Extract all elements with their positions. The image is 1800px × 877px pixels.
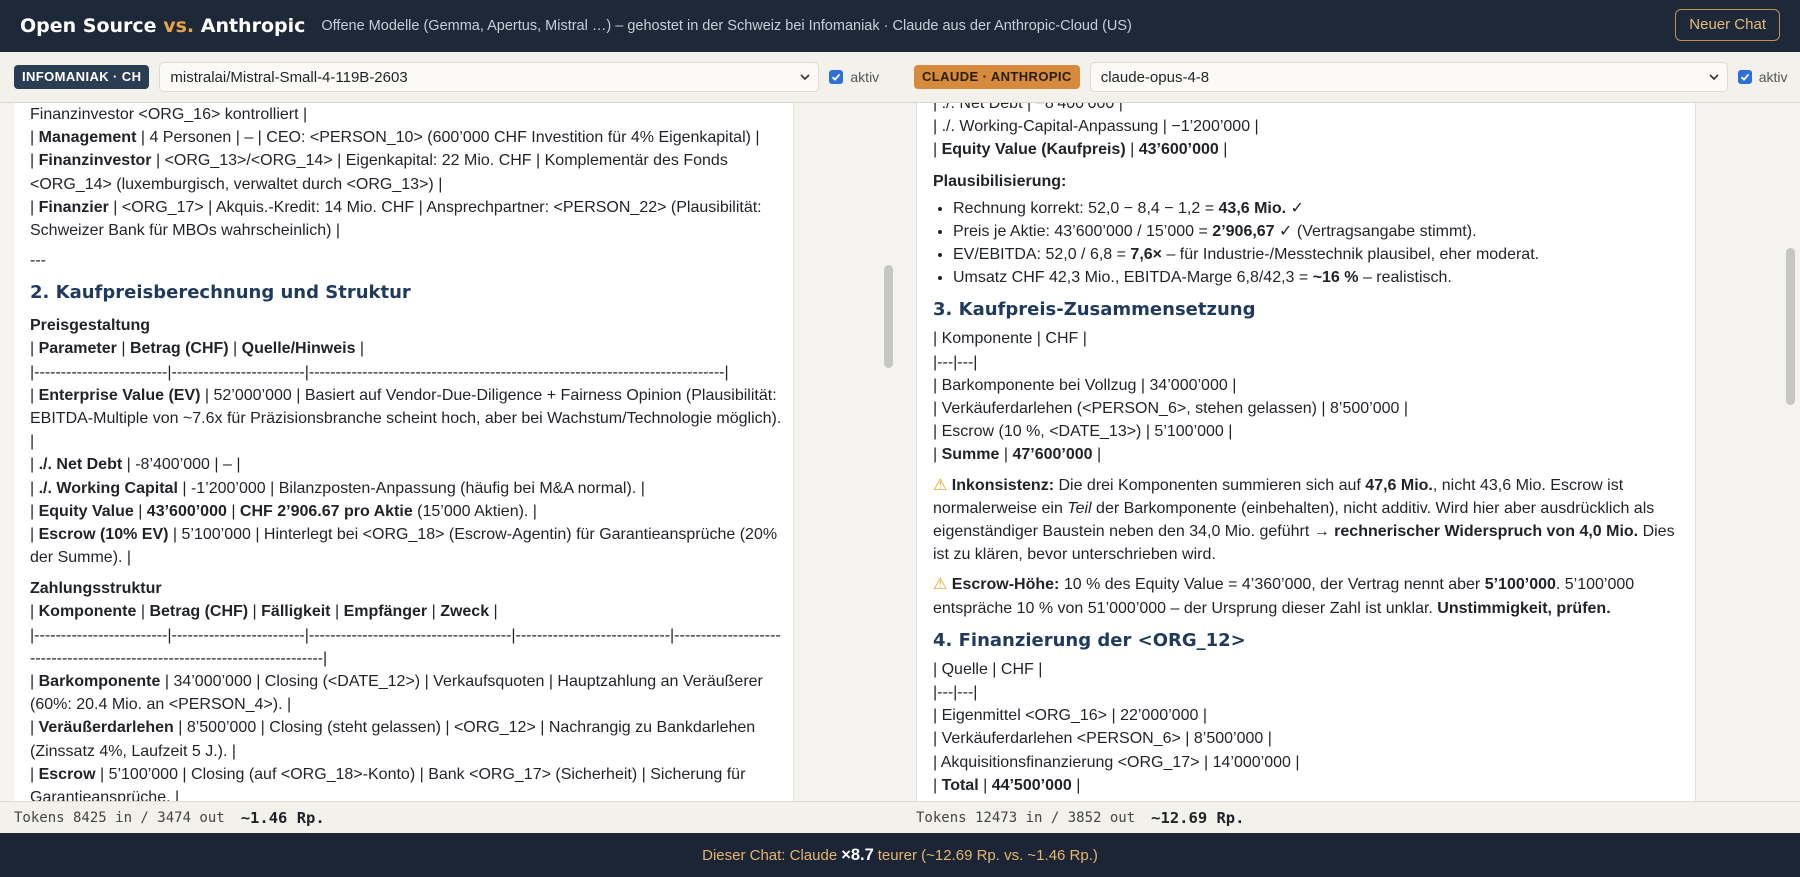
right-model-bar: CLAUDE · ANTHROPIC claude-opus-4-8 aktiv (900, 52, 1800, 103)
left-token-count: Tokens 8425 in / 3474 out (14, 809, 225, 826)
section-heading: 2. Kaufpreisberechnung und Struktur (30, 282, 411, 304)
table-header: | Komponente | CHF | (933, 330, 1087, 348)
section-heading: 4. Finanzierung der <ORG_12> (933, 629, 1246, 651)
table-row: | Escrow | 5’100’000 | Closing (auf <ORG… (30, 765, 746, 801)
right-status-bar: Tokens 12473 in / 3852 out ~12.69 Rp. (900, 801, 1800, 833)
subsection-heading: Zahlungsstruktur (30, 580, 162, 598)
provider-badge-infomaniak: INFOMANIAK · CH (14, 65, 150, 89)
right-cost: ~12.69 Rp. (1151, 808, 1245, 827)
subsection-heading: Plausibilisierung: (933, 172, 1067, 190)
app-subtitle: Offene Modelle (Gemma, Apertus, Mistral … (321, 18, 1132, 34)
section-heading: 3. Kaufpreis-Zusammensetzung (933, 299, 1256, 321)
provider-badge-claude: CLAUDE · ANTHROPIC (914, 65, 1080, 89)
warning-icon: ⚠ (933, 576, 948, 594)
table-row: | Akquisitionsfinanzierung <ORG_17> | 14… (933, 753, 1300, 771)
right-model-select[interactable]: claude-opus-4-8 (1089, 62, 1728, 92)
table-row: | Total | 44’500’000 | (933, 776, 1081, 794)
footer-factor: ×8.7 (841, 845, 874, 864)
right-model-value: claude-opus-4-8 (1100, 68, 1210, 86)
table-row: | ./. Net Debt | −8’400’000 | (933, 103, 1123, 112)
right-token-count: Tokens 12473 in / 3852 out (916, 809, 1136, 826)
checkbox-checked-icon[interactable] (829, 70, 844, 84)
top-bar: Open Source vs. Anthropic Offene Modelle… (0, 0, 1800, 52)
new-chat-button[interactable]: Neuer Chat (1675, 9, 1780, 41)
right-gutter (1696, 103, 1800, 801)
table-row: | Barkomponente bei Vollzug | 34’000’000… (933, 376, 1237, 394)
table-divider: |-------------------------|-------------… (30, 363, 729, 381)
warning-note: ⚠ Escrow-Höhe: 10 % des Equity Value = 4… (933, 576, 1635, 617)
brand-left: Open Source (20, 15, 157, 37)
table-row: | Escrow (10 %, <DATE_13>) | 5’100’000 | (933, 423, 1233, 441)
left-active-toggle[interactable]: aktiv (829, 69, 879, 85)
warning-icon: ⚠ (933, 476, 948, 494)
table-row: | Verkäuferdarlehen <PERSON_6> | 8’500’0… (933, 730, 1272, 748)
left-cost: ~1.46 Rp. (240, 808, 325, 827)
footer-suffix: teurer (~12.69 Rp. vs. ~1.46 Rp.) (877, 846, 1098, 864)
left-status-bar: Tokens 8425 in / 3474 out ~1.46 Rp. (0, 801, 900, 833)
chevron-down-icon (1709, 74, 1719, 81)
right-response-pane: | ./. Net Debt | −8’400’000 | | ./. Work… (916, 103, 1696, 801)
subsection-heading: Preisgestaltung (30, 317, 151, 335)
cost-comparison-footer: Dieser Chat: Claude ×8.7 teurer (~12.69 … (0, 833, 1800, 877)
left-response-content: Finanzinvestor <ORG_16> kontrolliert | |… (30, 103, 782, 801)
warning-note: ⚠ Inkonsistenz: Die drei Komponenten sum… (933, 476, 1675, 564)
table-row: | Verkäuferdarlehen (<PERSON_6>, stehen … (933, 400, 1408, 418)
table-divider: |---|---| (933, 353, 978, 371)
list-item: Rechnung korrekt: 52,0 − 8,4 − 1,2 = 43,… (953, 197, 1685, 220)
table-row: | ./. Working Capital | -1’200’000 | Bil… (30, 479, 645, 497)
table-header: | Parameter | Betrag (CHF) | Quelle/Hinw… (30, 340, 365, 358)
center-gutter (794, 103, 916, 801)
table-row: | Finanzier | <ORG_17> | Akquis.-Kredit:… (30, 198, 762, 240)
chevron-down-icon (800, 74, 810, 81)
list-item: Preis je Aktie: 43’600’000 / 15’000 = 2’… (953, 220, 1685, 243)
footer-prefix: Dieser Chat: Claude (702, 846, 838, 864)
table-row: | Equity Value (Kaufpreis) | 43’600’000 … (933, 141, 1228, 159)
left-active-label: aktiv (850, 69, 880, 85)
left-gutter (0, 103, 14, 801)
list-item: Umsatz CHF 42,3 Mio., EBITDA-Marge 6,8/4… (953, 266, 1685, 289)
right-active-toggle[interactable]: aktiv (1737, 69, 1788, 85)
table-row: | Management | 4 Personen | – | CEO: <PE… (30, 129, 760, 147)
list-item: EV/EBITDA: 52,0 / 6,8 = 7,6× – für Indus… (953, 243, 1685, 266)
table-row: | Finanzinvestor | <ORG_13>/<ORG_14> | E… (30, 152, 728, 193)
table-divider: |---|---| (933, 684, 978, 702)
table-divider: ----------------------------------------… (30, 649, 328, 667)
table-row: | Equity Value | 43’600’000 | CHF 2’906.… (30, 502, 537, 520)
app-title: Open Source vs. Anthropic (20, 15, 305, 37)
brand-vs: vs. (163, 15, 195, 37)
separator-line: --- (30, 252, 46, 270)
plausibility-list: Rechnung korrekt: 52,0 − 8,4 − 1,2 = 43,… (953, 197, 1685, 290)
table-header: | Komponente | Betrag (CHF) | Fälligkeit… (30, 603, 498, 621)
text-line: Finanzinvestor <ORG_16> kontrolliert | (30, 106, 308, 123)
left-model-select[interactable]: mistralai/Mistral-Small-4-119B-2603 (159, 62, 820, 92)
table-header: | Quelle | CHF | (933, 660, 1043, 678)
left-scrollbar[interactable] (884, 265, 893, 368)
right-active-label: aktiv (1758, 69, 1788, 85)
table-divider: |-------------------------|-------------… (30, 626, 781, 644)
table-row: | Enterprise Value (EV) | 52’000’000 | B… (30, 386, 782, 451)
right-response-content: | ./. Net Debt | −8’400’000 | | ./. Work… (933, 103, 1685, 797)
table-row: | ./. Working-Capital-Anpassung | −1’200… (933, 118, 1259, 136)
brand-right: Anthropic (200, 15, 306, 37)
table-row: | Veräußerdarlehen | 8’500’000 | Closing… (30, 719, 756, 760)
left-response-pane: Finanzinvestor <ORG_16> kontrolliert | |… (14, 103, 794, 801)
checkbox-checked-icon[interactable] (1737, 70, 1752, 84)
left-model-value: mistralai/Mistral-Small-4-119B-2603 (170, 68, 408, 86)
right-scrollbar[interactable] (1786, 248, 1795, 405)
table-row: | Escrow (10% EV) | 5’100’000 | Hinterle… (30, 526, 778, 567)
table-row: | Barkomponente | 34’000’000 | Closing (… (30, 673, 763, 714)
table-row: | Summe | 47’600’000 | (933, 446, 1102, 464)
table-row: | ./. Net Debt | -8’400’000 | – | (30, 456, 241, 474)
left-model-bar: INFOMANIAK · CH mistralai/Mistral-Small-… (0, 52, 900, 103)
table-row: | Eigenmittel <ORG_16> | 22’000’000 | (933, 707, 1207, 725)
